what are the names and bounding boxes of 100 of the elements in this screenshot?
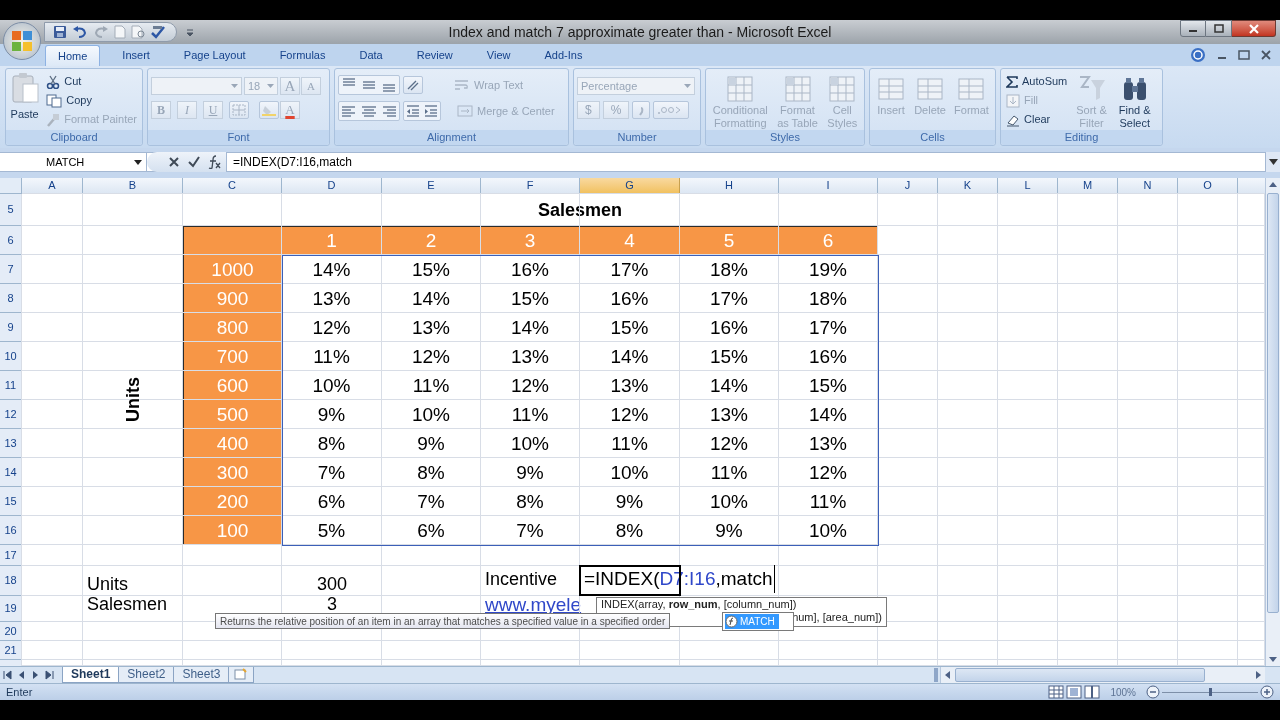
zoom-slider-thumb[interactable] [1208,688,1212,696]
column-header[interactable]: D [282,178,382,194]
ribbon-tab[interactable]: Add-Ins [532,45,595,66]
paste-button[interactable]: Paste [9,72,41,130]
sheet-tab[interactable]: Sheet3 [174,666,230,683]
horizontal-scrollbar[interactable] [940,667,1265,683]
ribbon-tab[interactable]: Data [347,45,395,66]
row-header[interactable]: 11 [0,371,22,400]
column-header[interactable]: G [580,178,680,194]
row-header[interactable]: 20 [0,622,22,641]
close-icon[interactable] [1260,49,1272,61]
font-name-field[interactable] [151,77,242,95]
insert-sheet-button[interactable] [229,666,255,683]
column-header[interactable]: E [382,178,481,194]
restore-icon[interactable] [1238,49,1250,61]
cancel-icon[interactable] [167,155,181,169]
save-icon[interactable] [53,25,67,39]
normal-view-icon[interactable] [1048,685,1065,699]
row-header[interactable]: 6 [0,226,22,255]
table-header-cell: 1000 [183,255,282,284]
hyperlink[interactable]: www.myele [485,596,582,613]
column-header[interactable]: B [83,178,183,194]
column-header[interactable]: O [1178,178,1238,194]
row-header[interactable]: 9 [0,313,22,342]
row-header[interactable]: 7 [0,255,22,284]
row-header[interactable]: 15 [0,487,22,516]
row-header[interactable]: 10 [0,342,22,371]
table-style-icon [725,74,756,104]
ribbon-tab[interactable]: Insert [110,45,162,66]
ribbon-tab[interactable]: Review [404,45,465,66]
group-label: Cells [920,130,945,146]
sheet-tab[interactable]: Sheet2 [119,666,175,683]
zoom-out-icon[interactable] [1146,685,1160,699]
column-header[interactable]: F [481,178,580,194]
row-header[interactable]: 19 [0,596,22,622]
decimal-places-button[interactable] [653,101,690,119]
row-header[interactable]: 5 [0,194,22,226]
orientation-button[interactable] [403,76,423,94]
dropdown-caret-icon [267,84,274,88]
help-icon[interactable] [1190,47,1206,63]
enter-check-icon[interactable] [187,155,201,169]
minimize-button[interactable] [1180,20,1206,37]
row-header[interactable]: 21 [0,641,22,660]
page-break-view-icon[interactable] [1084,685,1101,699]
sheet-tab[interactable]: Sheet1 [62,666,120,683]
zoom-slider[interactable] [1162,685,1258,699]
first-sheet-icon[interactable] [2,669,14,681]
customize-toolbar-icon[interactable] [185,27,195,37]
expand-formula-bar-button[interactable] [1265,152,1280,172]
status-mode: Enter [6,684,33,700]
row-header[interactable]: 12 [0,400,22,429]
zoom-in-icon[interactable] [1260,685,1274,699]
column-header[interactable]: J [878,178,938,194]
group-label: Styles [770,130,800,146]
column-header[interactable]: A [22,178,83,194]
page-layout-view-icon[interactable] [1066,685,1083,699]
column-header[interactable]: H [680,178,779,194]
split-handle[interactable] [934,668,938,682]
column-header[interactable]: C [183,178,282,194]
print-preview-icon[interactable] [131,25,145,39]
row-header[interactable]: 13 [0,429,22,458]
spelling-check-icon[interactable] [150,25,166,39]
column-header[interactable]: L [998,178,1058,194]
select-all-corner[interactable] [0,178,22,194]
cell-text: 300 [316,576,347,593]
undo-icon[interactable] [72,25,88,39]
insert-function-icon[interactable] [207,155,221,169]
row-header[interactable]: 14 [0,458,22,487]
ribbon-tab[interactable]: Formulas [267,45,338,66]
ribbon-tab[interactable]: Page Layout [171,45,258,66]
row-header[interactable]: 16 [0,516,22,545]
ribbon-button[interactable]: Cut [44,72,139,91]
vertical-scrollbar[interactable] [1265,178,1280,666]
column-header[interactable]: I [779,178,878,194]
increase-indent-icon[interactable] [422,102,440,120]
close-button[interactable] [1232,20,1276,37]
row-header[interactable]: 17 [0,545,22,566]
column-header[interactable]: K [938,178,998,194]
ribbon-tab[interactable]: Home [45,45,101,66]
group-label: Number [617,130,657,146]
row-header[interactable]: 8 [0,284,22,313]
ribbon-button[interactable]: Copy [44,91,139,110]
column-header[interactable]: N [1118,178,1178,194]
last-sheet-icon[interactable] [44,669,56,681]
redo-icon[interactable] [93,25,109,39]
row-header[interactable]: 18 [0,566,22,596]
column-header[interactable]: M [1058,178,1118,194]
ribbon-button[interactable]: Find & Select [1115,72,1154,130]
name-box[interactable]: MATCH [0,152,147,172]
table-header-cell: 500 [183,400,282,429]
table-header-cell: 100 [183,516,282,545]
fill-color-button[interactable] [259,101,279,119]
ribbon-button[interactable]: AutoSum [1004,72,1070,91]
comma-style-button[interactable] [632,101,651,119]
new-document-icon[interactable] [114,25,126,39]
restore-button[interactable] [1206,20,1232,37]
ribbon-tab[interactable]: View [474,45,523,66]
paintbrush-icon [46,112,61,127]
ribbon-button[interactable]: Clear [1004,110,1070,129]
decrease-indent-icon[interactable] [404,102,422,120]
